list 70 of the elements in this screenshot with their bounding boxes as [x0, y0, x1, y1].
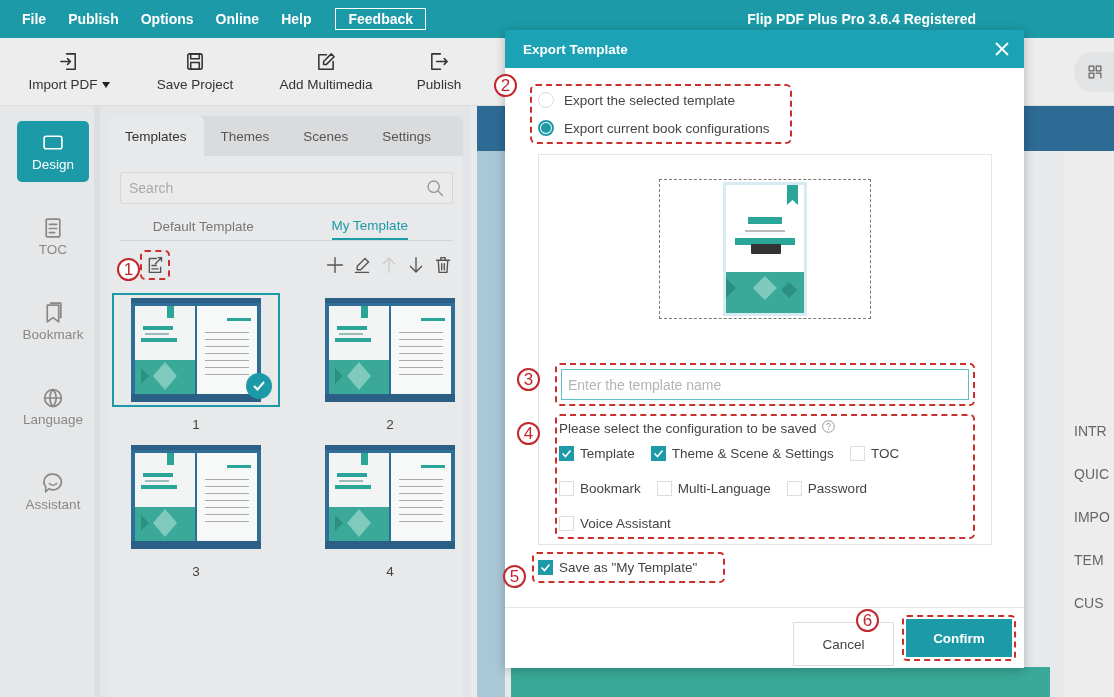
config-prompt: Please select the configuration to be saved [559, 420, 817, 436]
export-icon [428, 51, 450, 73]
check-icon [540, 562, 551, 573]
trash-icon [433, 255, 453, 275]
menu-item[interactable]: Help [281, 11, 312, 27]
panel-tab[interactable]: Themes [203, 116, 287, 156]
tool-button[interactable] [352, 255, 372, 275]
template-number: 1 [192, 417, 200, 432]
check-icon [246, 373, 272, 399]
template-number: 3 [192, 564, 200, 579]
checkbox-option[interactable]: Bookmark [559, 481, 641, 496]
save-icon [184, 51, 206, 73]
feedback-button[interactable]: Feedback [335, 8, 427, 30]
check-icon [561, 448, 572, 459]
nav-item[interactable]: Language [17, 376, 89, 437]
help-icon[interactable] [822, 420, 836, 436]
input-field[interactable]: Enter the template name [561, 369, 969, 400]
template-number: 2 [386, 417, 394, 432]
panel-tab[interactable]: Settings [365, 116, 449, 156]
nav-item[interactable]: TOC [17, 206, 89, 267]
template-tab[interactable]: Default Template [120, 212, 287, 240]
outline-item[interactable]: QUIC [1064, 466, 1114, 482]
menu-item[interactable]: File [22, 11, 47, 27]
app-title: Flip PDF Plus Pro 3.6.4 Registered [747, 11, 976, 27]
template-tab[interactable]: My Template [286, 212, 453, 240]
menu-item[interactable]: Publish [68, 11, 119, 27]
radio-option[interactable]: Export the selected template [538, 92, 770, 108]
tool-button[interactable] [325, 255, 345, 275]
search-field[interactable]: Search [120, 172, 453, 204]
close-button[interactable] [994, 41, 1010, 57]
checkbox-option[interactable]: Save as "My Template" [538, 560, 698, 575]
outline-item[interactable]: CUS [1064, 595, 1114, 611]
search-icon [425, 178, 445, 198]
check-icon [652, 448, 664, 459]
checkbox-option[interactable]: Password [786, 481, 868, 496]
nav-item[interactable]: Assistant [17, 461, 89, 522]
dialog-title: Export Template [523, 41, 628, 57]
panel-tab[interactable]: Templates [108, 116, 204, 156]
panel-tab[interactable]: Scenes [286, 116, 366, 156]
checkbox[interactable] [650, 446, 666, 461]
radio-button[interactable] [538, 120, 554, 136]
checkbox-option[interactable]: Theme & Scene & Settings [650, 446, 834, 461]
outline-item[interactable]: INTR [1064, 423, 1114, 439]
edit-icon [315, 51, 337, 73]
checkbox[interactable] [538, 560, 553, 575]
menu-item[interactable]: Online [215, 11, 260, 27]
toolbar-button[interactable]: Save Project [140, 51, 250, 92]
checkbox[interactable] [559, 446, 574, 461]
nav-item[interactable]: Design [17, 121, 89, 182]
confirm-button[interactable]: Confirm [906, 619, 1012, 657]
chat-icon [41, 471, 65, 495]
toolbar-button[interactable]: Add Multimedia [266, 51, 386, 92]
plus-icon [325, 255, 345, 275]
checkbox-option[interactable]: Template [559, 446, 635, 461]
menu-item[interactable]: Options [140, 11, 194, 27]
checkbox-option[interactable]: Voice Assistant [559, 516, 671, 531]
outline-item[interactable]: TEM [1064, 552, 1114, 568]
globe-icon [41, 386, 65, 410]
tool-button[interactable] [433, 255, 453, 275]
checkbox-option[interactable]: TOC [849, 446, 900, 461]
template-number: 4 [386, 564, 394, 579]
nav-item[interactable]: Bookmark [17, 291, 89, 352]
pencil-icon [352, 255, 372, 275]
toolbar-button[interactable]: Import PDF [14, 51, 124, 92]
toolbar-button[interactable]: Publish [414, 51, 464, 92]
outline-item[interactable]: IMPO [1064, 509, 1114, 525]
grid-icon [1086, 62, 1104, 81]
radio-option[interactable]: Export current book configurations [538, 120, 770, 136]
template-thumbnail[interactable] [112, 293, 280, 407]
checkbox-option[interactable]: Multi-Language [656, 481, 771, 496]
